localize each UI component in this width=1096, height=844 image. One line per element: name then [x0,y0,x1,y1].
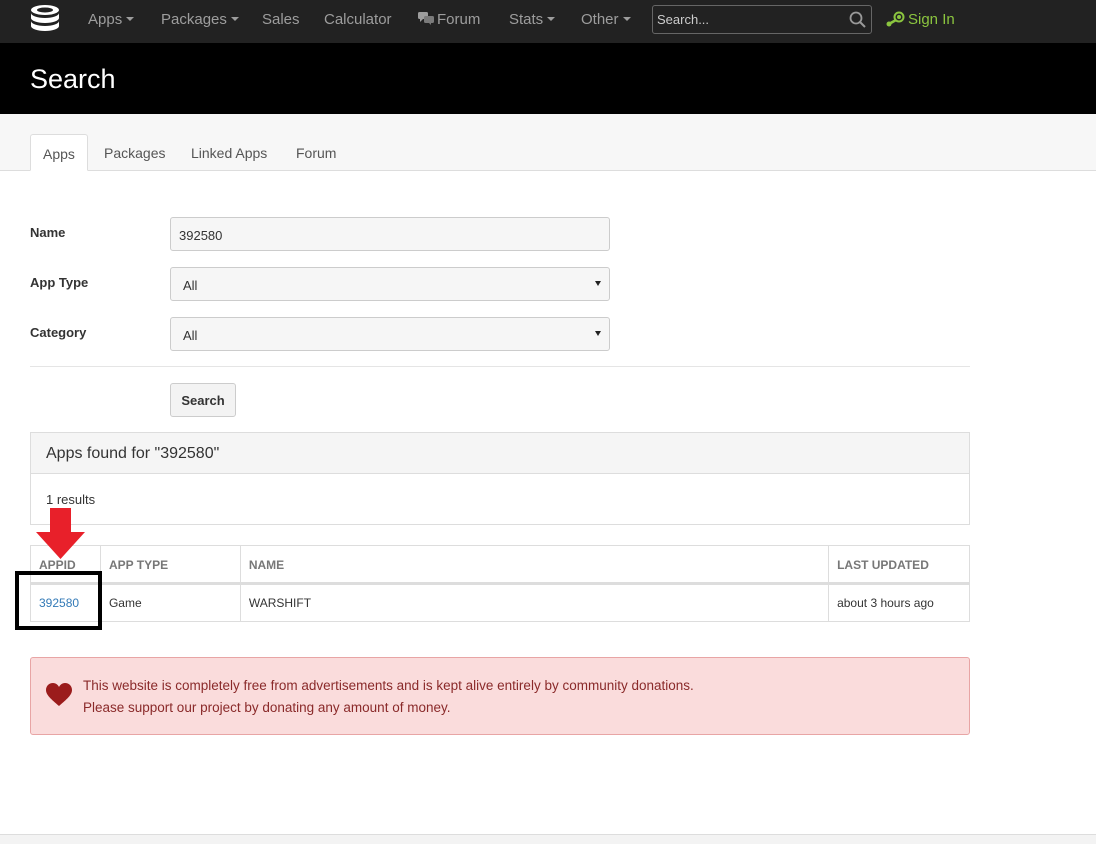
nav-search-box [652,5,872,34]
page-title: Search [30,64,116,94]
sign-in-link[interactable]: Sign In [885,11,955,28]
results-heading: Apps found for "392580" [31,433,969,474]
nav-forum[interactable]: Forum [418,11,480,28]
column-header-last-updated[interactable]: LAST UPDATED [828,545,970,585]
column-header-name[interactable]: NAME [239,545,830,585]
tab-packages[interactable]: Packages [92,134,177,171]
app-type-value: All [183,278,198,293]
nav-forum-label: Forum [437,11,481,28]
nav-sales[interactable]: Sales [262,11,300,28]
results-panel: Apps found for "392580" 1 results [30,432,970,525]
results-count: 1 results [46,492,96,507]
dropdown-arrow-icon [595,281,601,286]
nav-stats-label: Stats [509,11,544,28]
red-arrow-icon [36,508,85,559]
chat-bubbles-icon [418,12,434,25]
heart-icon [46,683,72,706]
results-table: APPID APP TYPE NAME LAST UPDATED 392580 … [30,545,970,622]
nav-stats[interactable]: Stats [509,11,556,28]
dropdown-arrow-icon [595,331,601,336]
donation-alert: This website is completely free from adv… [30,657,970,735]
name-input[interactable]: 392580 [170,217,610,251]
cell-name: WARSHIFT [239,583,830,622]
tab-linked-apps[interactable]: Linked Apps [179,134,279,171]
chevron-down-icon [126,17,135,21]
name-label: Name [30,225,66,240]
search-icon[interactable] [849,11,866,28]
nav-packages-label: Packages [161,11,227,28]
app-type-select[interactable]: All [170,267,610,301]
nav-other[interactable]: Other [581,11,631,28]
annotation-highlight-box [15,571,102,630]
chevron-down-icon [547,17,556,21]
category-select[interactable]: All [170,317,610,351]
column-header-app-type[interactable]: APP TYPE [99,545,241,585]
category-value: All [183,328,198,343]
tab-forum[interactable]: Forum [284,134,348,171]
donation-text-line1: This website is completely free from adv… [83,678,694,693]
search-button[interactable]: Search [170,383,236,417]
tab-apps[interactable]: Apps [30,134,88,171]
nav-apps[interactable]: Apps [88,11,135,28]
footer-edge [0,834,1096,844]
chevron-down-icon [622,17,631,21]
chevron-down-icon [230,17,239,21]
donation-text-line2: Please support our project by donating a… [83,700,451,715]
nav-apps-label: Apps [88,11,123,28]
top-navbar: Apps Packages Sales Calculator Forum Sta… [0,0,1096,43]
cell-app-type: Game [99,583,241,622]
steam-icon [886,11,905,27]
cell-last-updated: about 3 hours ago [828,583,970,622]
table-header-row: APPID APP TYPE NAME LAST UPDATED [30,545,970,585]
app-type-label: App Type [30,275,89,290]
search-tabs: Apps Packages Linked Apps Forum [0,114,1096,171]
form-divider [30,366,970,367]
table-row[interactable]: 392580 Game WARSHIFT about 3 hours ago [30,583,970,622]
nav-search-input[interactable] [653,6,843,33]
nav-packages[interactable]: Packages [161,11,239,28]
page-header: Search [0,43,1096,114]
category-label: Category [30,325,87,340]
nav-other-label: Other [581,11,619,28]
steamdb-logo-icon[interactable] [28,4,62,36]
sign-in-label: Sign In [908,11,955,28]
nav-calculator[interactable]: Calculator [324,11,392,28]
